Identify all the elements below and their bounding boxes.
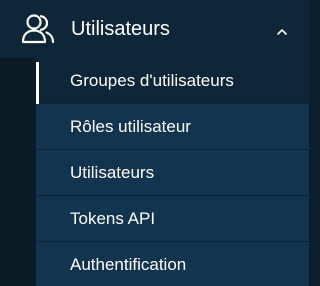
submenu-item-label: Tokens API [70, 209, 156, 228]
submenu-item-user-roles[interactable]: Rôles utilisateur [36, 104, 309, 150]
sidebar-menu: Utilisateurs Groupes d'utilisateurs Rôle… [0, 0, 309, 286]
submenu-item-user-groups[interactable]: Groupes d'utilisateurs [36, 58, 309, 104]
active-indicator [36, 62, 39, 104]
submenu-indent-rail [0, 58, 36, 286]
users-section-label: Utilisateurs [71, 18, 170, 40]
users-icon [21, 13, 55, 45]
submenu-item-authentication[interactable]: Authentification [36, 242, 309, 286]
submenu-item-label: Utilisateurs [70, 163, 155, 182]
submenu-item-label: Authentification [70, 255, 187, 274]
submenu-item-api-tokens[interactable]: Tokens API [36, 196, 309, 242]
submenu-item-label: Groupes d'utilisateurs [70, 71, 234, 90]
users-section-header[interactable]: Utilisateurs [0, 0, 309, 58]
users-submenu: Groupes d'utilisateurs Rôles utilisateur… [36, 58, 309, 286]
chevron-up-icon[interactable] [275, 24, 289, 35]
submenu-item-users[interactable]: Utilisateurs [36, 150, 309, 196]
submenu-item-label: Rôles utilisateur [70, 117, 191, 136]
